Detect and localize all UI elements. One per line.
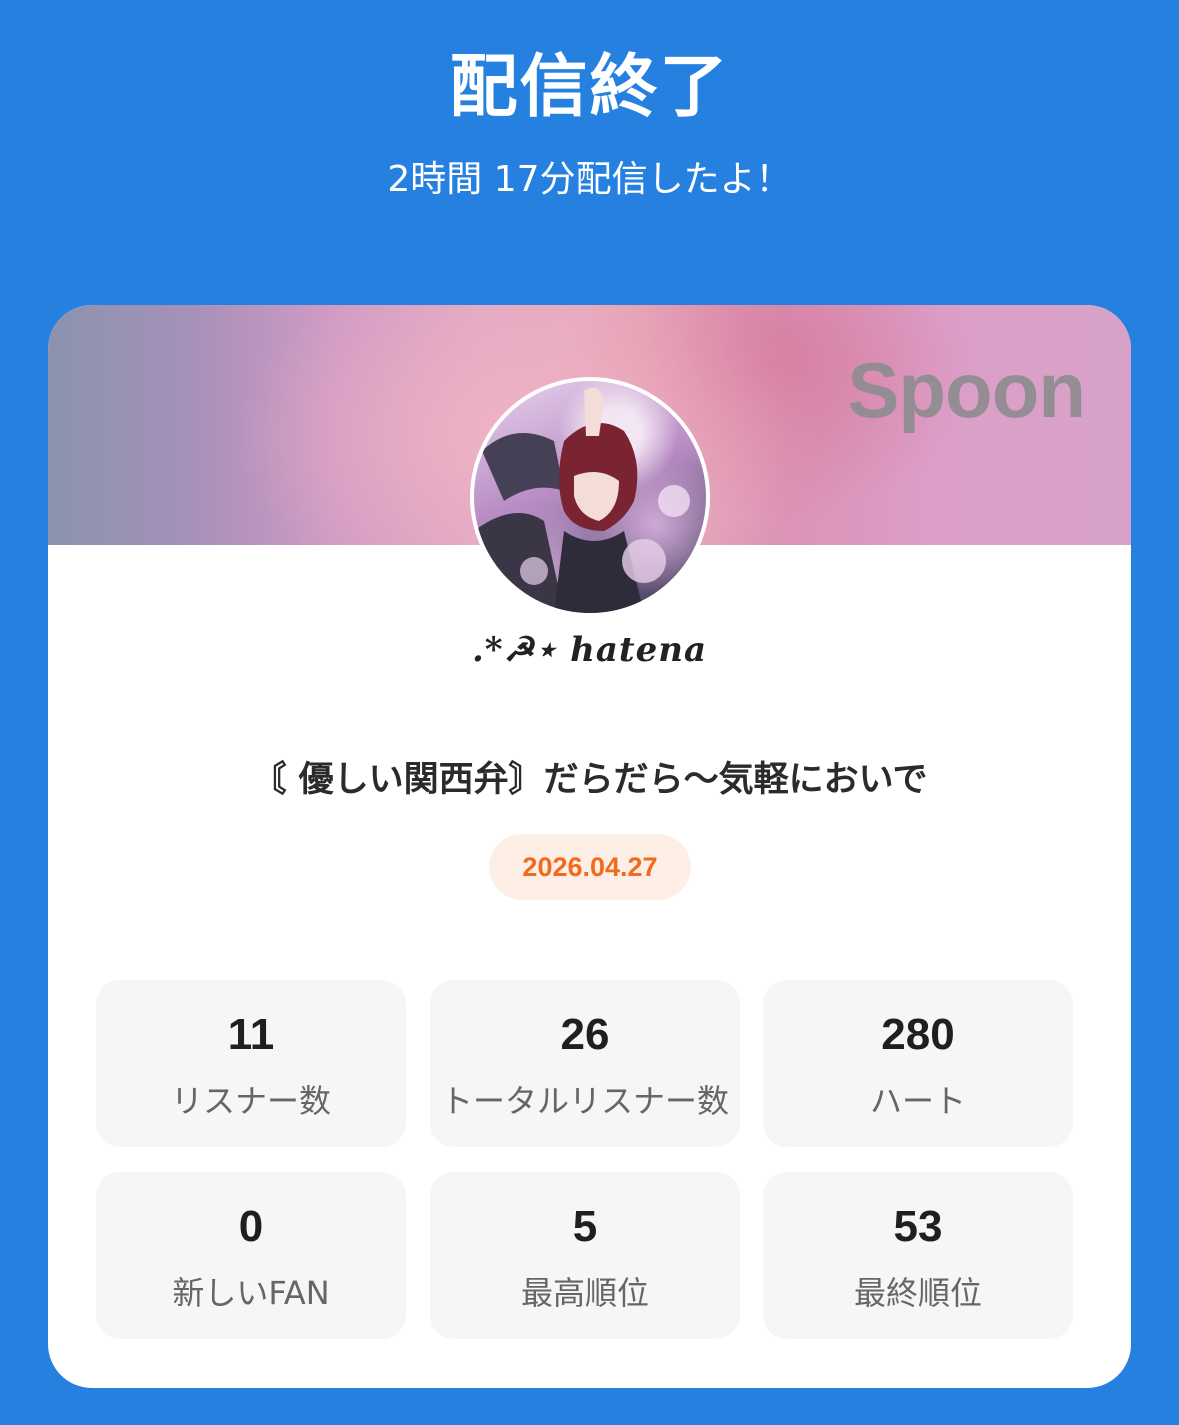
stat-new-fans: 0 新しいFAN <box>96 1172 406 1339</box>
broadcast-duration: 2時間 17分配信したよ！ <box>387 159 792 200</box>
stat-value: 280 <box>881 1010 955 1059</box>
stat-value: 5 <box>572 1202 598 1251</box>
stat-final-rank: 53 最終順位 <box>763 1172 1073 1339</box>
stat-label: リスナー数 <box>170 1082 331 1120</box>
username: .*☭⋆ hatena <box>471 630 708 670</box>
stat-total-listeners: 26 トータルリスナー数 <box>430 980 740 1147</box>
stat-value: 26 <box>560 1010 610 1059</box>
stat-label: 最終順位 <box>853 1274 982 1312</box>
date-badge: 2026.04.27 <box>489 834 691 900</box>
spoon-logo: Spoon <box>847 346 1086 434</box>
stat-listeners: 11 リスナー数 <box>96 980 406 1147</box>
stat-value: 11 <box>227 1010 275 1059</box>
stat-label: ハート <box>869 1082 966 1120</box>
page-title: 配信終了 <box>449 48 730 127</box>
stat-value: 0 <box>238 1202 264 1251</box>
stat-value: 53 <box>893 1202 943 1251</box>
stat-label: 新しいFAN <box>172 1274 330 1312</box>
stat-label: 最高順位 <box>520 1274 649 1312</box>
broadcast-summary-card: Spoon .*☭⋆ hatena 〘 優しい関西弁〙だらだら～気軽においで 2… <box>48 305 1131 1388</box>
stat-label: トータルリスナー数 <box>440 1082 729 1120</box>
live-title: 〘 優しい関西弁〙だらだら～気軽においで <box>251 760 928 800</box>
avatar-illustration <box>474 387 690 613</box>
avatar[interactable] <box>470 377 710 617</box>
stat-hearts: 280 ハート <box>763 980 1073 1147</box>
stat-highest-rank: 5 最高順位 <box>430 1172 740 1339</box>
